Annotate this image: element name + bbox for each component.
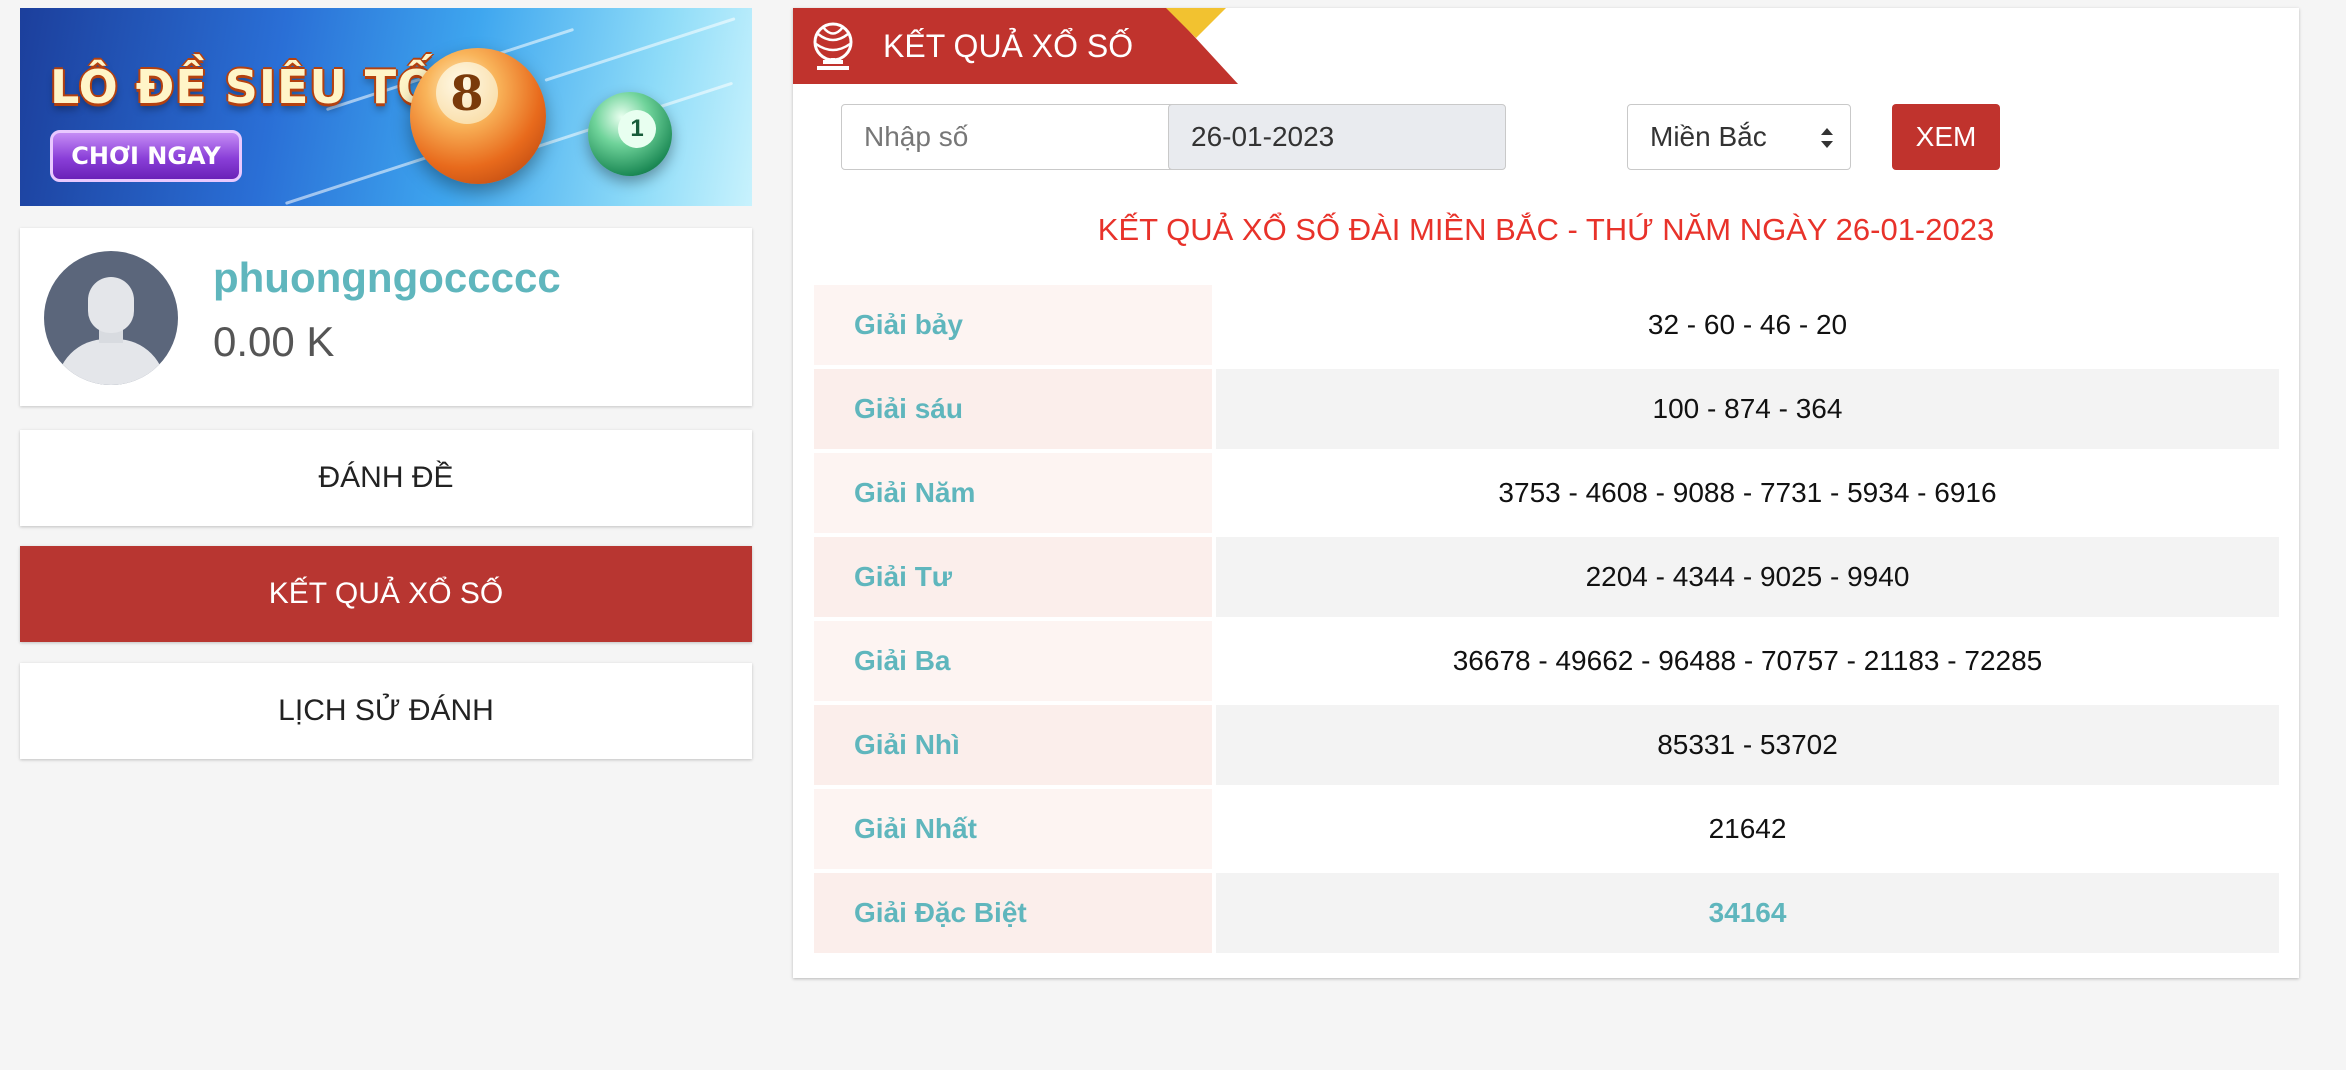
prize-label: Giải Năm — [814, 453, 1212, 533]
prize-numbers: 32 - 60 - 46 - 20 — [1216, 285, 2279, 365]
prize-numbers: 36678 - 49662 - 96488 - 70757 - 21183 - … — [1216, 621, 2279, 701]
prize-numbers: 85331 - 53702 — [1216, 705, 2279, 785]
prize-label: Giải Nhì — [814, 705, 1212, 785]
special-prize-numbers: 34164 — [1216, 873, 2279, 953]
region-select[interactable]: Miền Bắc — [1627, 104, 1851, 170]
lottery-ball-small-icon: 1 — [588, 92, 672, 176]
table-row: Giải bảy 32 - 60 - 46 - 20 — [814, 285, 2279, 369]
panel-title: KẾT QUẢ XỔ SỐ — [883, 28, 1134, 64]
result-title: KẾT QUẢ XỔ SỐ ĐÀI MIỀN BẮC - THỨ NĂM NGÀ… — [1097, 212, 1995, 247]
prize-numbers: 100 - 874 - 364 — [1216, 369, 2279, 449]
menu-lottery-results-button[interactable]: KẾT QUẢ XỔ SỐ — [20, 546, 752, 642]
number-search-input[interactable] — [841, 104, 1179, 170]
table-row: Giải sáu 100 - 874 - 364 — [814, 369, 2279, 453]
table-row: Giải Tư 2204 - 4344 - 9025 - 9940 — [814, 537, 2279, 621]
play-now-button[interactable]: CHƠI NGAY — [50, 130, 242, 182]
promo-banner[interactable]: LÔ ĐỀ SIÊU TỐC CHƠI NGAY 8 1 — [20, 8, 752, 206]
table-row: Giải Nhì 85331 - 53702 — [814, 705, 2279, 789]
table-row: Giải Đặc Biệt 34164 — [814, 873, 2279, 957]
prize-numbers: 3753 - 4608 - 9088 - 7731 - 5934 - 6916 — [1216, 453, 2279, 533]
date-field[interactable]: 26-01-2023 — [1168, 104, 1506, 170]
results-panel: KẾT QUẢ XỔ SỐ 26-01-2023 Miền Bắc XEM KẾ… — [793, 8, 2299, 978]
banner-title: LÔ ĐỀ SIÊU TỐC — [50, 60, 473, 114]
menu-bet-history-button[interactable]: LỊCH SỬ ĐÁNH — [20, 663, 752, 759]
prize-label: Giải Ba — [814, 621, 1212, 701]
account-balance: 0.00 K — [213, 318, 335, 365]
lottery-ball-icon: 8 — [410, 48, 546, 184]
ball-number: 8 — [436, 62, 498, 124]
results-table: Giải bảy 32 - 60 - 46 - 20 Giải sáu 100 … — [814, 285, 2279, 957]
menu-place-bet-button[interactable]: ĐÁNH ĐỀ — [20, 430, 752, 526]
prize-label: Giải Tư — [814, 537, 1212, 617]
username: phuongngoccccc — [213, 254, 561, 301]
table-row: Giải Năm 3753 - 4608 - 9088 - 7731 - 593… — [814, 453, 2279, 537]
prize-label: Giải bảy — [814, 285, 1212, 365]
prize-numbers: 2204 - 4344 - 9025 - 9940 — [1216, 537, 2279, 617]
prize-label: Giải Đặc Biệt — [814, 873, 1212, 953]
prize-label: Giải Nhất — [814, 789, 1212, 869]
region-select-value: Miền Bắc — [1650, 121, 1767, 152]
prize-numbers: 21642 — [1216, 789, 2279, 869]
profile-card: phuongngoccccc 0.00 K — [20, 228, 752, 406]
avatar — [44, 251, 178, 385]
ball-small-number: 1 — [618, 110, 656, 148]
table-row: Giải Ba 36678 - 49662 - 96488 - 70757 - … — [814, 621, 2279, 705]
lottery-cage-icon — [813, 22, 853, 70]
prize-label: Giải sáu — [814, 369, 1212, 449]
table-row: Giải Nhất 21642 — [814, 789, 2279, 873]
select-arrows-icon — [1821, 128, 1833, 148]
view-results-button[interactable]: XEM — [1892, 104, 2000, 170]
